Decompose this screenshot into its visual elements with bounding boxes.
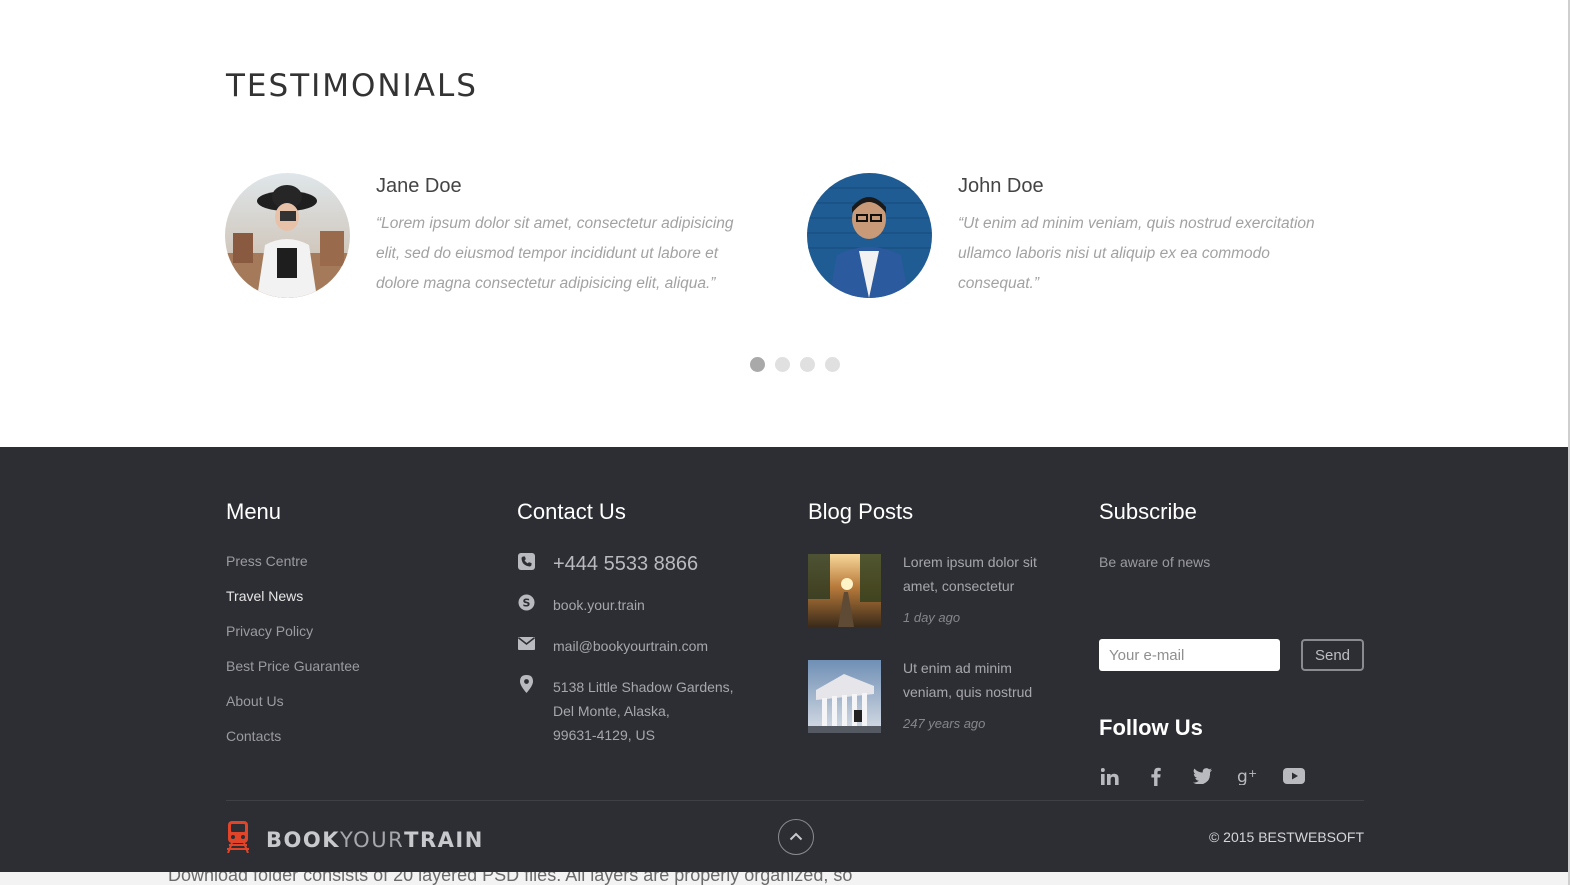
chevron-up-icon	[789, 828, 803, 846]
blog-post-title[interactable]: Ut enim ad minim veniam, quis nostrud	[903, 656, 1063, 704]
menu-item-contacts[interactable]: Contacts	[226, 726, 360, 761]
brand-name: BOOKYOURTRAIN	[266, 828, 484, 852]
footer: Menu Press Centre Travel News Privacy Po…	[0, 447, 1596, 872]
follow-us-heading: Follow Us	[1099, 715, 1203, 740]
menu-item-about-us[interactable]: About Us	[226, 691, 360, 726]
testimonial-quote: “Lorem ipsum dolor sit amet, consectetur…	[376, 215, 734, 292]
send-button[interactable]: Send	[1301, 639, 1364, 671]
brand-logo[interactable]: BOOKYOURTRAIN	[226, 821, 484, 858]
email-field[interactable]	[1099, 639, 1280, 671]
strip-text: Download folder consists of 20 layered P…	[168, 872, 853, 885]
testimonials-title: TESTIMONIALS	[226, 68, 478, 104]
testimonial-quote: “Ut enim ad minim veniam, quis nostrud e…	[958, 215, 1315, 292]
bottom-text-strip: Download folder consists of 20 layered P…	[0, 872, 1568, 885]
testimonial-name: Jane Doe	[376, 175, 462, 197]
linkedin-icon[interactable]	[1099, 765, 1121, 787]
blog-post-time: 247 years ago	[903, 716, 986, 731]
page: TESTIMONIALS Jane Doe “Lorem ipsum dolor…	[0, 0, 1596, 885]
address-line: Del Monte, Alaska,	[553, 703, 670, 719]
subscribe-text: Be aware of news	[1099, 554, 1211, 570]
contact-email-row: mail@bookyourtrain.com	[517, 634, 708, 658]
blog-thumbnail[interactable]	[808, 660, 881, 733]
testimonial-card: Jane Doe “Lorem ipsum dolor sit amet, co…	[225, 173, 765, 303]
blog-post[interactable]: Lorem ipsum dolor sit amet, consectetur …	[808, 554, 1068, 634]
svg-text:g: g	[1237, 767, 1248, 785]
twitter-icon[interactable]	[1191, 765, 1213, 787]
carousel-dot[interactable]	[750, 357, 765, 372]
blog-heading: Blog Posts	[808, 499, 914, 524]
footer-blog-column: Blog Posts Lorem ipsum dolor sit amet, c…	[808, 499, 1068, 739]
blog-thumbnail[interactable]	[808, 554, 881, 627]
avatar	[225, 173, 350, 298]
svg-text:S: S	[522, 596, 530, 609]
subscribe-form: Send	[1099, 639, 1364, 671]
footer-contact-column: Contact Us +444 5533 8866 S book.your.tr…	[517, 499, 777, 759]
brand-name-part: YOUR	[339, 827, 405, 852]
menu-item-privacy-policy[interactable]: Privacy Policy	[226, 621, 360, 656]
carousel-dot[interactable]	[800, 357, 815, 372]
address-line: 99631-4129, US	[553, 727, 655, 743]
brand-name-part: BOOK	[266, 827, 340, 852]
footer-divider	[226, 800, 1364, 801]
menu-item-press-centre[interactable]: Press Centre	[226, 551, 360, 586]
blog-post[interactable]: Ut enim ad minim veniam, quis nostrud 24…	[808, 660, 1068, 740]
blog-post-time: 1 day ago	[903, 610, 961, 625]
contact-heading: Contact Us	[517, 499, 626, 524]
brand-name-part: TRAIN	[404, 827, 484, 852]
carousel-dot[interactable]	[825, 357, 840, 372]
menu-item-best-price-guarantee[interactable]: Best Price Guarantee	[226, 656, 360, 691]
blog-post-title[interactable]: Lorem ipsum dolor sit amet, consectetur	[903, 550, 1063, 598]
menu-heading: Menu	[226, 499, 282, 524]
contact-skype[interactable]: book.your.train	[553, 593, 645, 617]
contact-address-row: 5138 Little Shadow Gardens, Del Monte, A…	[517, 675, 734, 747]
subscribe-heading: Subscribe	[1099, 499, 1197, 524]
skype-icon: S	[517, 593, 535, 611]
social-links: g +	[1099, 765, 1329, 787]
phone-icon	[517, 552, 535, 570]
contact-phone[interactable]: +444 5533 8866	[553, 552, 698, 576]
testimonial-card: John Doe “Ut enim ad minim veniam, quis …	[807, 173, 1347, 303]
mail-icon	[517, 634, 535, 652]
contact-phone-row: +444 5533 8866	[517, 552, 698, 576]
footer-subscribe-column: Subscribe Be aware of news Send Follow U…	[1099, 499, 1369, 799]
svg-text:+: +	[1248, 767, 1257, 780]
carousel-pagination	[750, 357, 840, 372]
copyright: © 2015 BESTWEBSOFT	[1208, 829, 1364, 845]
carousel-dot[interactable]	[775, 357, 790, 372]
testimonial-name: John Doe	[958, 175, 1044, 197]
youtube-icon[interactable]	[1283, 765, 1305, 787]
google-plus-icon[interactable]: g +	[1237, 765, 1259, 787]
footer-menu: Press Centre Travel News Privacy Policy …	[226, 551, 360, 761]
avatar	[807, 173, 932, 298]
testimonials-section: TESTIMONIALS Jane Doe “Lorem ipsum dolor…	[0, 0, 1596, 447]
facebook-icon[interactable]	[1145, 765, 1167, 787]
back-to-top-button[interactable]	[778, 819, 814, 855]
contact-skype-row: S book.your.train	[517, 593, 645, 617]
menu-item-travel-news[interactable]: Travel News	[226, 586, 360, 621]
scrollbar[interactable]	[1568, 0, 1596, 885]
location-pin-icon	[517, 675, 535, 693]
contact-address: 5138 Little Shadow Gardens, Del Monte, A…	[553, 675, 734, 747]
address-line: 5138 Little Shadow Gardens,	[553, 679, 734, 695]
train-logo-icon	[226, 821, 250, 858]
contact-email[interactable]: mail@bookyourtrain.com	[553, 634, 708, 658]
footer-menu-column: Menu Press Centre Travel News Privacy Po…	[226, 499, 360, 761]
